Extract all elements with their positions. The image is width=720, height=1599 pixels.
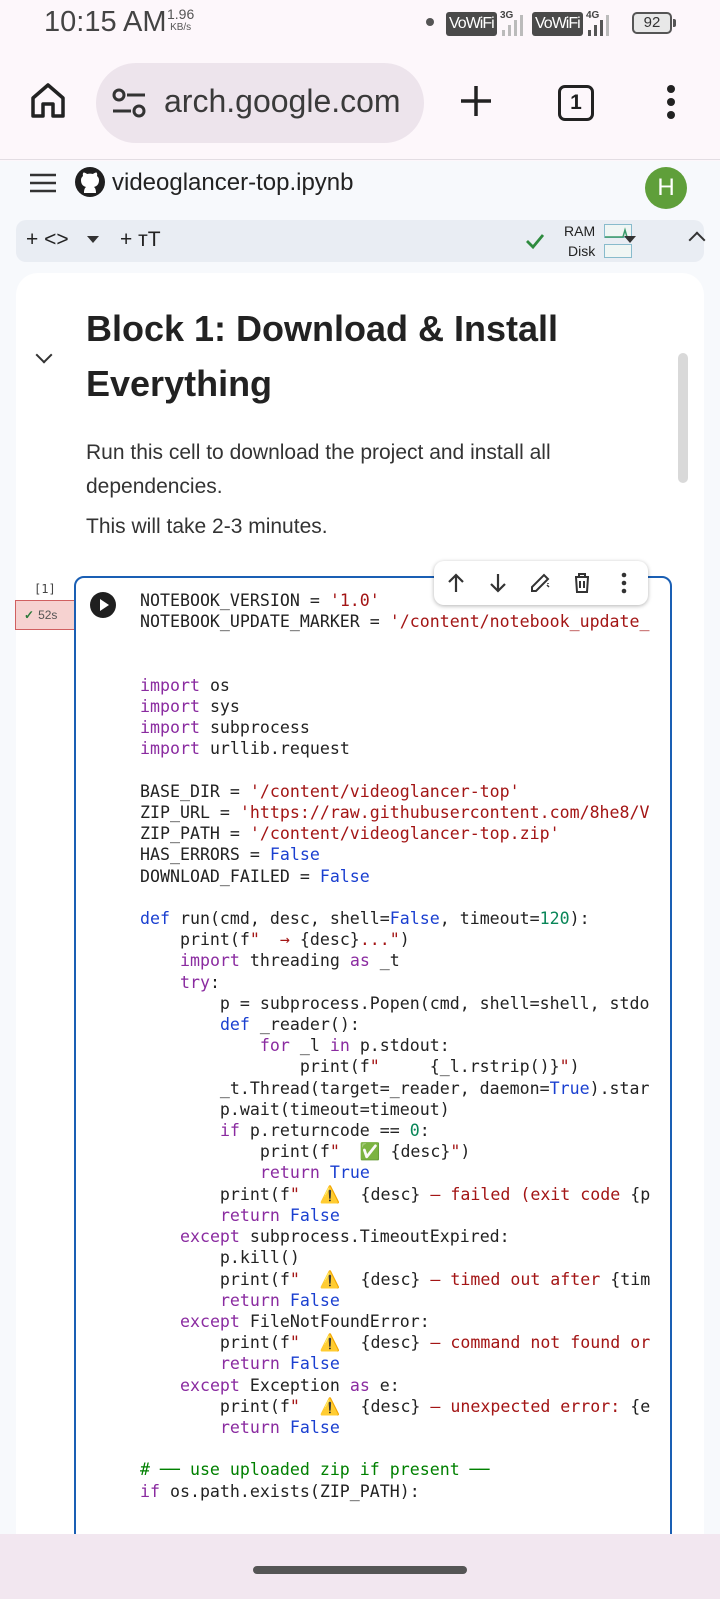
system-nav-bar bbox=[0, 1534, 720, 1599]
check-icon: ✓ bbox=[24, 608, 35, 622]
resource-monitor[interactable]: RAM Disk bbox=[564, 221, 595, 261]
home-icon[interactable] bbox=[28, 80, 68, 120]
battery-icon: 92 bbox=[632, 12, 676, 34]
notebook-toolbar: + <> + ᴛT RAM Disk bbox=[16, 220, 706, 262]
execution-time: 52s bbox=[38, 608, 58, 622]
speed-value: 1.96 bbox=[167, 6, 195, 22]
execution-count: [1] bbox=[34, 582, 56, 596]
vowifi-badge-1: VoWiFi bbox=[446, 12, 497, 36]
connected-check-icon bbox=[526, 234, 545, 250]
delete-icon[interactable] bbox=[570, 571, 594, 595]
network-speed: 1.96 KB/s bbox=[167, 7, 194, 35]
code-cell[interactable]: NOTEBOOK_VERSION = '1.0' NOTEBOOK_UPDATE… bbox=[74, 576, 672, 1534]
code-editor[interactable]: NOTEBOOK_VERSION = '1.0' NOTEBOOK_UPDATE… bbox=[140, 590, 650, 1502]
more-vert-icon[interactable] bbox=[665, 84, 677, 120]
browser-toolbar: arch.google.com 1 bbox=[0, 50, 720, 160]
collapse-toolbar-icon[interactable] bbox=[688, 231, 706, 249]
section-note: This will take 2-3 minutes. bbox=[86, 515, 328, 538]
colab-header: videoglancer-top.ipynb H bbox=[0, 161, 720, 219]
run-cell-button[interactable] bbox=[90, 592, 116, 618]
section-heading: Block 1: Download & Install Everything bbox=[86, 308, 559, 404]
edit-icon[interactable] bbox=[528, 571, 552, 595]
clock: 10:15 AM bbox=[44, 6, 167, 38]
move-up-icon[interactable] bbox=[444, 571, 468, 595]
vowifi-badge-2: VoWiFi bbox=[532, 12, 583, 36]
disk-label: Disk bbox=[568, 243, 596, 259]
scrollbar[interactable] bbox=[678, 353, 688, 483]
status-bar: 10:15 AM 1.96 KB/s VoWiFi 3G VoWiFi 4G 9… bbox=[0, 0, 720, 50]
site-settings-icon[interactable] bbox=[112, 87, 146, 119]
move-down-icon[interactable] bbox=[486, 571, 510, 595]
execution-status: ✓ 52s bbox=[15, 600, 75, 630]
runtime-dropdown-icon[interactable] bbox=[624, 236, 636, 243]
avatar[interactable]: H bbox=[645, 167, 687, 209]
ram-label: RAM bbox=[564, 223, 596, 239]
gesture-handle[interactable] bbox=[253, 1566, 467, 1574]
more-options-icon[interactable] bbox=[612, 571, 636, 595]
colab-page: videoglancer-top.ipynb H + <> + ᴛT RAM D… bbox=[0, 161, 720, 1534]
signal-bars-2-icon bbox=[588, 14, 609, 36]
speed-unit: KB/s bbox=[170, 22, 192, 33]
disk-meter bbox=[604, 244, 632, 258]
tab-switcher-button[interactable]: 1 bbox=[558, 85, 594, 121]
address-bar[interactable]: arch.google.com bbox=[96, 63, 424, 143]
url-text[interactable]: arch.google.com bbox=[164, 83, 401, 120]
signal-bars-1-icon bbox=[502, 14, 523, 36]
notification-dot-icon bbox=[426, 18, 434, 26]
section-description: Run this cell to download the project an… bbox=[86, 441, 551, 498]
add-text-button[interactable]: + ᴛT bbox=[120, 228, 161, 252]
menu-icon[interactable] bbox=[30, 173, 56, 193]
github-icon bbox=[75, 167, 105, 197]
add-code-button[interactable]: + <> bbox=[26, 228, 69, 252]
notebook-title[interactable]: videoglancer-top.ipynb bbox=[112, 169, 354, 197]
cell-toolbar bbox=[434, 561, 648, 605]
chevron-down-icon[interactable] bbox=[87, 236, 99, 243]
new-tab-icon[interactable] bbox=[458, 83, 494, 119]
